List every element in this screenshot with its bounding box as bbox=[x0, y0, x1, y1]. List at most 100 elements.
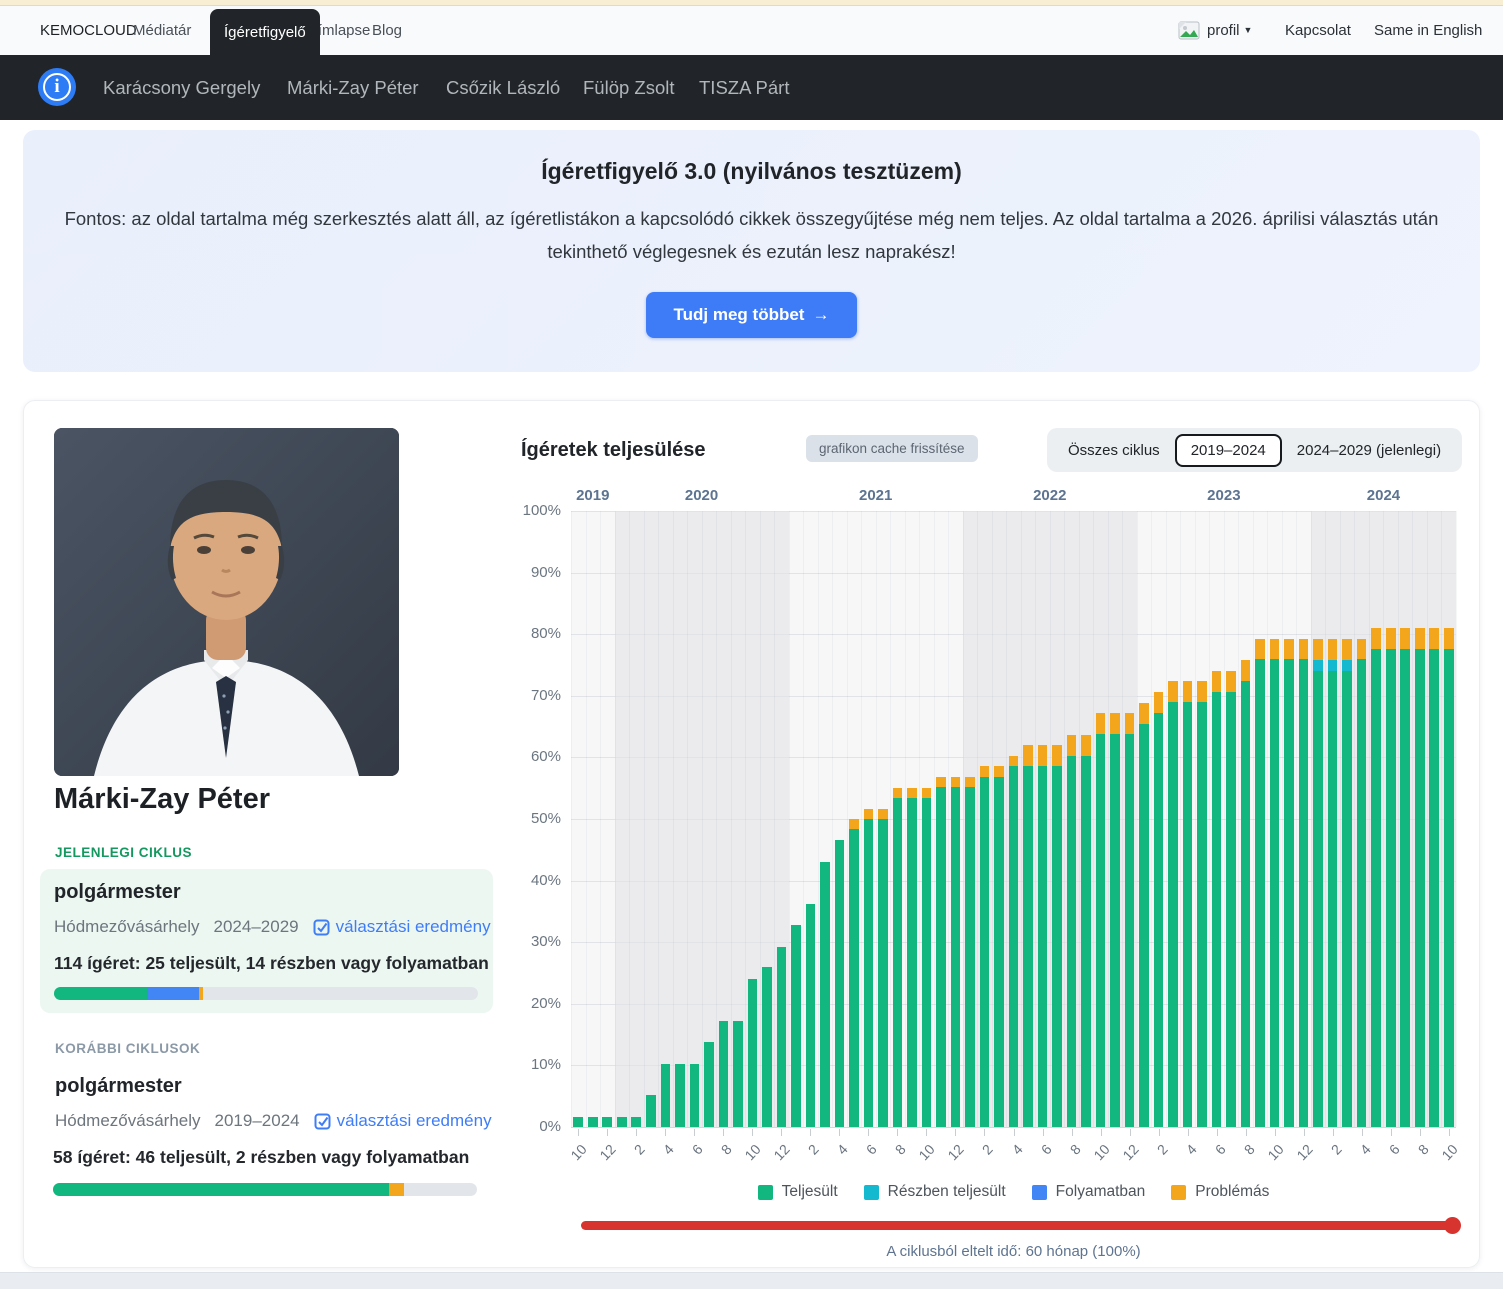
bar-segment-teljesult bbox=[965, 787, 975, 1127]
tab-all-cycles[interactable]: Összes ciklus bbox=[1053, 434, 1175, 467]
bar-segment-teljesult bbox=[1139, 724, 1149, 1127]
learn-more-label: Tudj meg többet bbox=[674, 305, 805, 324]
politician-navbar: i Karácsony Gergely Márki-Zay Péter Csőz… bbox=[0, 55, 1503, 120]
x-tick bbox=[578, 1129, 579, 1136]
month-gridline bbox=[586, 511, 587, 1127]
gridline-80 bbox=[571, 634, 1456, 635]
bar-segment-teljesult bbox=[980, 777, 990, 1128]
month-gridline bbox=[1035, 511, 1036, 1127]
nav-tab-igeretfigyelo[interactable]: Ígéretfigyelő bbox=[210, 9, 320, 55]
month-gridline bbox=[803, 511, 804, 1127]
bar-segment-teljesult bbox=[646, 1095, 656, 1127]
month-gridline bbox=[600, 511, 601, 1127]
tab-2024-2029[interactable]: 2024–2029 (jelenlegi) bbox=[1282, 434, 1456, 467]
x-tick bbox=[723, 1129, 724, 1136]
info-icon[interactable]: i bbox=[38, 68, 76, 106]
legend-chip-problematic bbox=[1171, 1185, 1186, 1200]
tab-2019-2024[interactable]: 2019–2024 bbox=[1175, 434, 1282, 467]
politician-name: Márki-Zay Péter bbox=[54, 783, 270, 816]
chart-year-labels: 201920202021202220232024 bbox=[571, 487, 1456, 507]
legend-item-partial: Részben teljesült bbox=[864, 1183, 1006, 1201]
bar-2021-07 bbox=[878, 809, 888, 1127]
y-tick-label: 80% bbox=[479, 625, 561, 642]
bar-2020-12 bbox=[777, 947, 787, 1127]
x-tick-label: 2 bbox=[1309, 1141, 1344, 1177]
month-gridline bbox=[760, 511, 761, 1127]
month-gridline bbox=[1064, 511, 1065, 1127]
x-tick-label: 4 bbox=[816, 1141, 851, 1177]
refresh-cache-button[interactable]: grafikon cache frissítése bbox=[806, 435, 978, 462]
bar-2020-01 bbox=[617, 1117, 627, 1127]
month-gridline bbox=[818, 511, 819, 1127]
legend-chip-partial bbox=[864, 1185, 879, 1200]
month-gridline bbox=[1412, 511, 1413, 1127]
month-gridline bbox=[615, 511, 616, 1127]
month-gridline bbox=[1340, 511, 1341, 1127]
month-gridline bbox=[731, 511, 732, 1127]
brand-kemocloud[interactable]: KEMOCLOUD bbox=[40, 22, 137, 39]
month-gridline bbox=[1151, 511, 1152, 1127]
x-tick-label: 12 bbox=[584, 1141, 619, 1177]
bar-2023-06 bbox=[1212, 671, 1222, 1127]
bar-segment-problemas bbox=[994, 766, 1004, 776]
bar-segment-problemas bbox=[1226, 671, 1236, 692]
bar-segment-teljesult bbox=[777, 947, 787, 1127]
progress-problematic bbox=[389, 1183, 403, 1196]
previous-term-block: polgármester Hódmezővásárhely 2019–2024 … bbox=[39, 1061, 494, 1241]
current-election-result-link[interactable]: választási eredmény bbox=[313, 917, 491, 937]
bar-segment-teljesult bbox=[791, 925, 801, 1127]
avatar[interactable] bbox=[1178, 20, 1200, 46]
x-tick-label: 10 bbox=[1077, 1141, 1112, 1177]
nav-item-language[interactable]: Same in English bbox=[1374, 22, 1482, 39]
bar-segment-problemas bbox=[1197, 681, 1207, 702]
bar-segment-teljesult bbox=[573, 1117, 583, 1127]
subnav-marki-zay-peter[interactable]: Márki-Zay Péter bbox=[287, 77, 419, 99]
elapsed-time-slider[interactable] bbox=[581, 1221, 1459, 1230]
subnav-tisza-part[interactable]: TISZA Párt bbox=[699, 77, 789, 99]
bar-segment-teljesult bbox=[1038, 766, 1048, 1127]
nav-item-kapcsolat[interactable]: Kapcsolat bbox=[1285, 22, 1351, 39]
profile-menu[interactable]: profil▼ bbox=[1207, 22, 1252, 39]
month-gridline bbox=[1253, 511, 1254, 1127]
bar-segment-teljesult bbox=[1052, 766, 1062, 1127]
previous-election-result-link[interactable]: választási eredmény bbox=[314, 1111, 492, 1131]
bar-2024-06 bbox=[1386, 628, 1396, 1127]
bar-2020-10 bbox=[748, 979, 758, 1127]
bar-2024-08 bbox=[1415, 628, 1425, 1127]
x-tick-label: 4 bbox=[1164, 1141, 1199, 1177]
bar-segment-problemas bbox=[1284, 639, 1294, 660]
bar-segment-problemas bbox=[1371, 628, 1381, 649]
bar-segment-teljesult bbox=[1154, 713, 1164, 1127]
bar-segment-teljesult bbox=[748, 979, 758, 1127]
bar-2020-08 bbox=[719, 1021, 729, 1127]
nav-item-blog[interactable]: Blog bbox=[372, 22, 402, 39]
subnav-fulop-zsolt[interactable]: Fülöp Zsolt bbox=[583, 77, 675, 99]
bar-segment-teljesult bbox=[1096, 734, 1106, 1127]
slider-handle[interactable] bbox=[1444, 1217, 1461, 1234]
subnav-karacsony-gergely[interactable]: Karácsony Gergely bbox=[103, 77, 260, 99]
learn-more-button[interactable]: Tudj meg többet → bbox=[646, 292, 858, 338]
elapsed-time-caption: A ciklusból eltelt idő: 60 hónap (100%) bbox=[571, 1243, 1456, 1260]
bar-2023-01 bbox=[1139, 703, 1149, 1127]
bar-segment-problemas bbox=[1400, 628, 1410, 649]
bar-segment-teljesult bbox=[878, 819, 888, 1127]
month-gridline bbox=[876, 511, 877, 1127]
nav-item-mediatar[interactable]: Médiatár bbox=[133, 22, 191, 39]
bar-segment-teljesult bbox=[951, 787, 961, 1127]
bar-2024-07 bbox=[1400, 628, 1410, 1127]
legend-label: Teljesült bbox=[782, 1183, 838, 1201]
x-tick-label: 8 bbox=[700, 1141, 735, 1177]
gridline-70 bbox=[571, 696, 1456, 697]
bar-segment-problemas bbox=[1415, 628, 1425, 649]
month-gridline bbox=[847, 511, 848, 1127]
x-tick bbox=[752, 1129, 753, 1136]
arrow-right-icon: → bbox=[812, 305, 829, 324]
subnav-csozik-laszlo[interactable]: Csőzik László bbox=[446, 77, 560, 99]
bar-2019-10 bbox=[573, 1117, 583, 1127]
bar-2020-06 bbox=[690, 1064, 700, 1127]
bar-2021-09 bbox=[907, 788, 917, 1127]
current-summary: 114 ígéret: 25 teljesült, 14 részben vag… bbox=[54, 953, 489, 974]
month-gridline bbox=[774, 511, 775, 1127]
bar-segment-problemas bbox=[1328, 639, 1338, 660]
y-tick-label: 40% bbox=[479, 872, 561, 889]
